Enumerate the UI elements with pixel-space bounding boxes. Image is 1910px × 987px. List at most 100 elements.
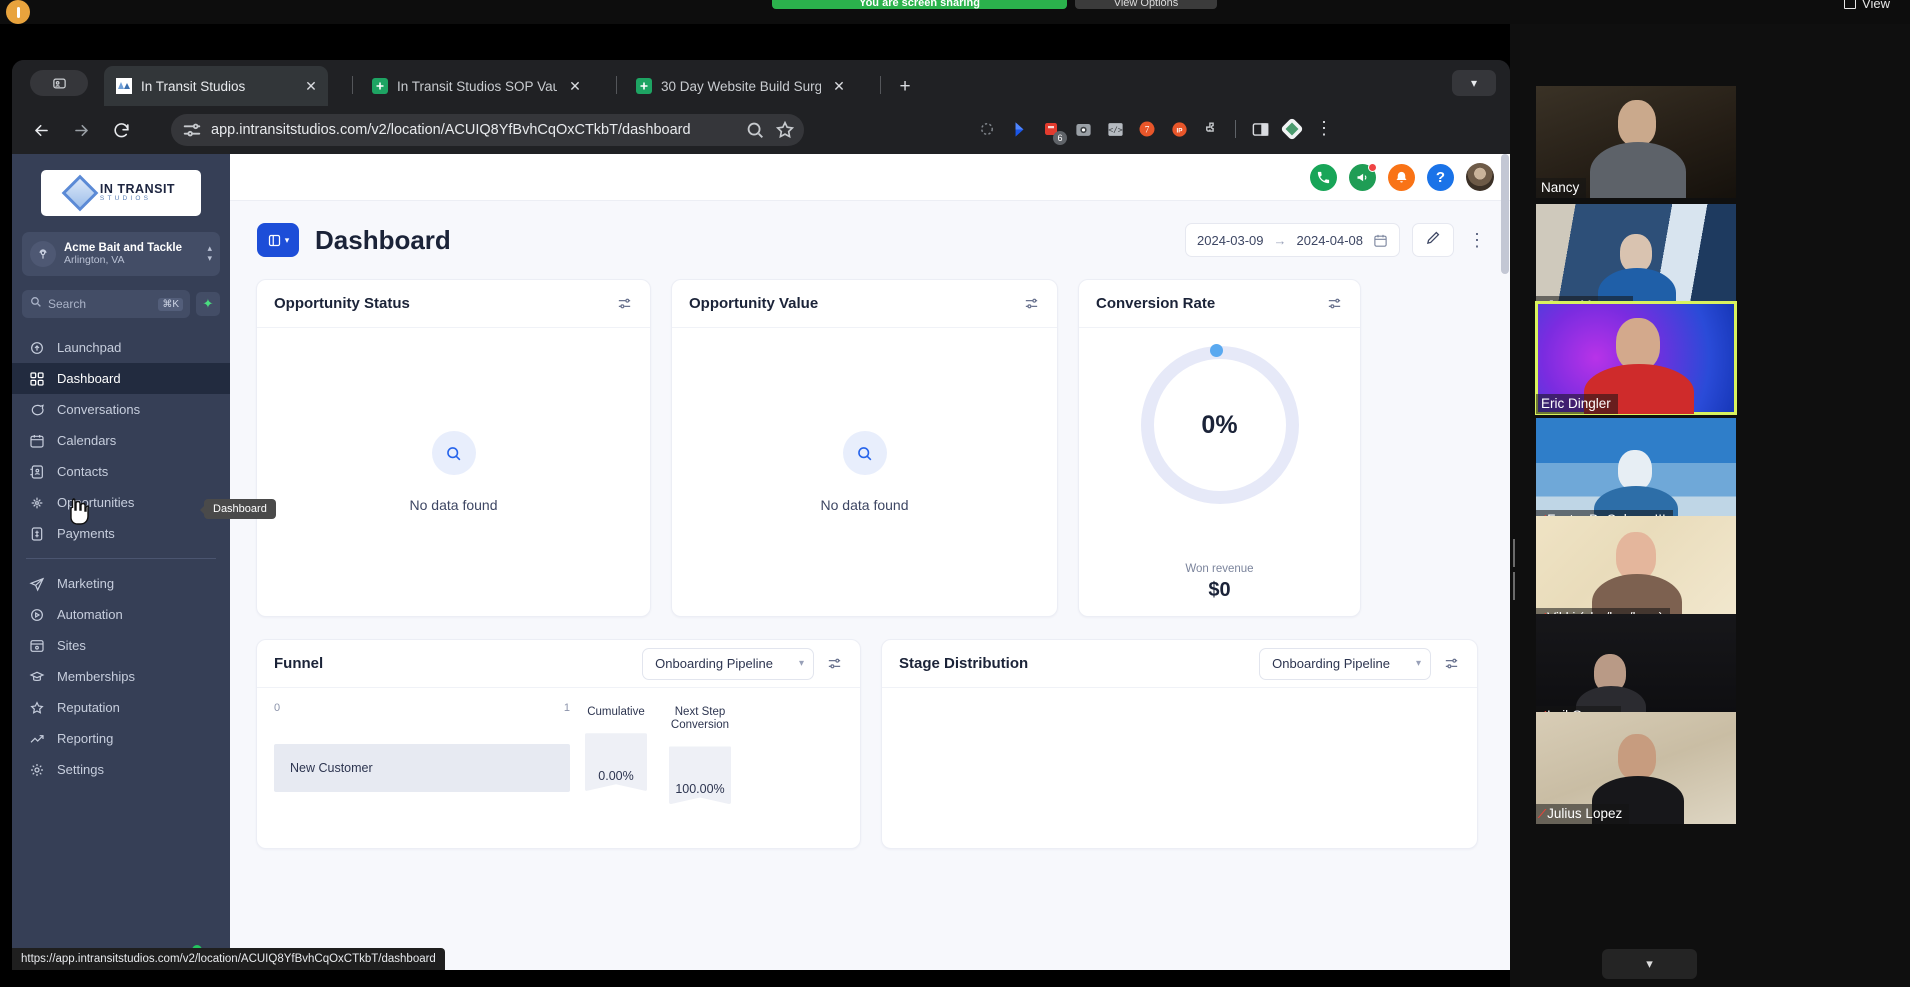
close-icon[interactable]: ✕ (830, 77, 848, 95)
new-tab-button[interactable]: + (892, 74, 918, 100)
date-range-picker[interactable]: 2024-03-09 → 2024-04-08 (1185, 223, 1400, 257)
sidebar-item-launchpad[interactable]: Launchpad (12, 332, 230, 363)
video-tile-foster-coburn[interactable]: ∕ Foster D. Coburn III (1536, 418, 1736, 530)
browser-tab-title-0: In Transit Studios (141, 79, 293, 94)
video-tile-eric-dingler[interactable]: Eric Dingler (1536, 302, 1736, 414)
tab-search-icon[interactable] (30, 70, 88, 96)
account-switcher[interactable]: Acme Bait and Tackle Arlington, VA ▴▾ (22, 232, 220, 276)
sliders-icon[interactable] (1326, 295, 1343, 312)
sidebar-item-dashboard[interactable]: Dashboard (12, 363, 230, 394)
video-tile-julius-lopez[interactable]: ∕ Julius Lopez (1536, 712, 1736, 824)
card-stage-distribution: Stage Distribution Onboarding Pipeline ▾ (881, 639, 1478, 849)
account-name: Acme Bait and Tackle (64, 242, 199, 254)
video-tile-vikki[interactable]: ∕ Vikki (she/her/hers) (1536, 516, 1736, 628)
sidebar-item-reporting[interactable]: Reporting (12, 723, 230, 754)
code-extension-icon[interactable]: </> (1100, 114, 1130, 144)
browser-toolbar: app.intransitstudios.com/v2/location/ACU… (12, 106, 1510, 154)
sidebar-item-sites[interactable]: Sites (12, 630, 230, 661)
close-icon[interactable]: ✕ (302, 77, 320, 95)
user-avatar[interactable] (1466, 163, 1494, 191)
calendar-icon (28, 432, 45, 449)
sidebar-item-settings[interactable]: Settings (12, 754, 230, 785)
video-tile-joan-margau[interactable]: ∕ Joan Margau (1536, 204, 1736, 316)
back-arrow-icon[interactable] (26, 115, 56, 145)
tab-list-chevron-icon[interactable]: ▾ (1452, 70, 1496, 96)
sidebar-item-memberships[interactable]: Memberships (12, 661, 230, 692)
url-text: app.intransitstudios.com/v2/location/ACU… (211, 122, 736, 138)
notification-bell-icon[interactable] (1388, 164, 1415, 191)
red-extension-icon[interactable]: 6 (1036, 114, 1066, 144)
address-bar[interactable]: app.intransitstudios.com/v2/location/ACU… (171, 114, 804, 146)
card-title: Funnel (274, 655, 323, 672)
browser-tab-2[interactable]: 30 Day Website Build Surge - ✕ (624, 66, 856, 106)
browser-tab-0[interactable]: In Transit Studios ✕ (104, 66, 328, 106)
puzzle-extensions-icon[interactable] (1196, 114, 1226, 144)
profile-avatar-icon[interactable] (1277, 114, 1307, 144)
unknown-extension-icon[interactable] (972, 114, 1002, 144)
sidebar-item-label: Launchpad (57, 340, 121, 355)
sidebar-item-payments[interactable]: Payments (12, 518, 230, 549)
sidebar-item-conversations[interactable]: Conversations (12, 394, 230, 425)
dashboard-switcher-icon[interactable]: ▾ (257, 223, 299, 257)
svg-text:IP: IP (1176, 127, 1182, 134)
side-panel-icon[interactable] (1245, 114, 1275, 144)
forward-arrow-icon[interactable] (66, 115, 96, 145)
grid-squares-icon (28, 370, 45, 387)
phone-icon[interactable] (1310, 164, 1337, 191)
stage-pipeline-select[interactable]: Onboarding Pipeline ▾ (1259, 648, 1431, 680)
funnel-axis-tick-1: 1 (564, 702, 570, 714)
page-scrollbar[interactable] (1501, 154, 1509, 274)
sidebar-item-marketing[interactable]: Marketing (12, 568, 230, 599)
stage-distribution-body (882, 688, 1477, 848)
funnel-col-cumulative: Cumulative 0.00% (585, 706, 647, 791)
view-options-button[interactable]: View Options (1075, 0, 1217, 9)
megaphone-icon[interactable] (1349, 164, 1376, 191)
search-input[interactable]: Search ⌘K (22, 290, 190, 318)
sidebar-item-opportunities[interactable]: Opportunities (12, 487, 230, 518)
chevron-down-icon: ▾ (1646, 956, 1653, 972)
rail-scroll-indicator[interactable] (1513, 539, 1519, 567)
tune-icon[interactable] (181, 119, 203, 141)
sliders-icon[interactable] (1443, 655, 1460, 672)
seven-orange-extension-icon[interactable]: 7 (1132, 114, 1162, 144)
rail-collapse-button[interactable]: ▾ (1602, 949, 1697, 979)
star-icon[interactable] (774, 119, 796, 141)
sidebar-item-calendars[interactable]: Calendars (12, 425, 230, 456)
edit-dashboard-button[interactable] (1412, 223, 1454, 257)
funnel-pipeline-value: Onboarding Pipeline (655, 656, 773, 671)
sliders-icon[interactable] (616, 295, 633, 312)
reload-icon[interactable] (106, 115, 136, 145)
sidebar-item-label: Reputation (57, 700, 120, 715)
page-more-menu[interactable]: ⋮ (1466, 235, 1488, 246)
card-title: Opportunity Value (689, 295, 818, 312)
video-tile-nancy[interactable]: Nancy (1536, 86, 1736, 198)
screen: You are screen sharing View Options View… (0, 0, 1910, 987)
meeting-share-bar: You are screen sharing View Options View (0, 0, 1910, 24)
sliders-icon[interactable] (1023, 295, 1040, 312)
google-sheets-favicon (636, 78, 652, 94)
sidebar-item-automation[interactable]: Automation (12, 599, 230, 630)
close-icon[interactable]: ✕ (566, 77, 584, 95)
card-empty-text: No data found (821, 497, 909, 513)
video-participant-rail: Nancy ∕ Joan Margau Eric Dingler ∕ Foste… (1510, 24, 1910, 987)
video-tile-leil-garner[interactable]: ∕ Leil Garner (1536, 614, 1736, 726)
app-main: ? ▾ Dashboard 2024-03-09 → 2024-04-08 (230, 154, 1510, 970)
search-shortcut: ⌘K (158, 298, 183, 311)
kebab-menu-icon[interactable]: ⋮ (1309, 114, 1339, 144)
sidebar-item-reputation[interactable]: Reputation (12, 692, 230, 723)
funnel-pipeline-select[interactable]: Onboarding Pipeline ▾ (642, 648, 814, 680)
ip-extension-icon[interactable]: IP (1164, 114, 1194, 144)
sliders-icon[interactable] (826, 655, 843, 672)
search-placeholder: Search (48, 297, 152, 311)
pen-blue-extension-icon[interactable] (1004, 114, 1034, 144)
sparkle-icon[interactable]: ✦ (196, 292, 220, 316)
help-question-icon[interactable]: ? (1427, 164, 1454, 191)
page-viewport: IN TRANSIT STUDIOS Acme Bait and Tackle … (12, 154, 1510, 970)
camera-extension-icon[interactable] (1068, 114, 1098, 144)
search-icon[interactable] (744, 119, 766, 141)
view-button[interactable]: View (1844, 0, 1890, 11)
pencil-edit-icon (1425, 229, 1442, 251)
sidebar-item-contacts[interactable]: Contacts (12, 456, 230, 487)
browser-tab-1[interactable]: In Transit Studios SOP Vault - ✕ (360, 66, 592, 106)
card-empty-state: No data found (257, 328, 650, 616)
